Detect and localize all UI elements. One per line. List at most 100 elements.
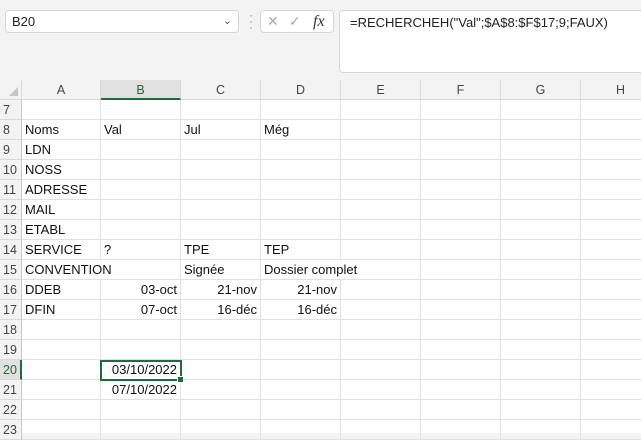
cell-F7[interactable] <box>421 100 501 120</box>
row-header-22[interactable]: 22 <box>0 400 22 420</box>
cell-D7[interactable] <box>261 100 341 120</box>
cell-G20[interactable] <box>501 360 581 380</box>
cell-H11[interactable] <box>581 180 641 200</box>
cell-F19[interactable] <box>421 340 501 360</box>
row-header-15[interactable]: 15 <box>0 260 22 280</box>
cell-H21[interactable] <box>581 380 641 400</box>
cell-F13[interactable] <box>421 220 501 240</box>
cell-C11[interactable] <box>181 180 261 200</box>
cell-C21[interactable] <box>181 380 261 400</box>
cell-F14[interactable] <box>421 240 501 260</box>
cell-H17[interactable] <box>581 300 641 320</box>
cell-C19[interactable] <box>181 340 261 360</box>
column-header-H[interactable]: H <box>581 80 641 100</box>
column-header-D[interactable]: D <box>261 80 341 100</box>
cell-D8[interactable]: Még <box>261 120 341 140</box>
cell-A21[interactable] <box>22 380 101 400</box>
cancel-icon[interactable]: ✕ <box>267 11 279 32</box>
chevron-down-icon[interactable]: ⌄ <box>223 11 232 32</box>
cell-H20[interactable] <box>581 360 641 380</box>
cell-D12[interactable] <box>261 200 341 220</box>
cell-G11[interactable] <box>501 180 581 200</box>
cell-E7[interactable] <box>341 100 421 120</box>
cell-C18[interactable] <box>181 320 261 340</box>
cell-C7[interactable] <box>181 100 261 120</box>
cell-H23[interactable] <box>581 420 641 440</box>
row-header-20[interactable]: 20 <box>0 360 22 380</box>
cell-D11[interactable] <box>261 180 341 200</box>
cell-E21[interactable] <box>341 380 421 400</box>
cell-D13[interactable] <box>261 220 341 240</box>
cell-D9[interactable] <box>261 140 341 160</box>
cell-F22[interactable] <box>421 400 501 420</box>
cell-F21[interactable] <box>421 380 501 400</box>
row-header-9[interactable]: 9 <box>0 140 22 160</box>
cell-E8[interactable] <box>341 120 421 140</box>
cell-E20[interactable] <box>341 360 421 380</box>
fill-handle[interactable] <box>177 376 184 383</box>
row-header-8[interactable]: 8 <box>0 120 22 140</box>
cell-G9[interactable] <box>501 140 581 160</box>
cell-F10[interactable] <box>421 160 501 180</box>
cell-E22[interactable] <box>341 400 421 420</box>
cell-H12[interactable] <box>581 200 641 220</box>
cell-B18[interactable] <box>101 320 181 340</box>
cell-H13[interactable] <box>581 220 641 240</box>
cell-C17[interactable]: 16-déc <box>181 300 261 320</box>
cell-D22[interactable] <box>261 400 341 420</box>
cell-C10[interactable] <box>181 160 261 180</box>
cell-G10[interactable] <box>501 160 581 180</box>
cell-D20[interactable] <box>261 360 341 380</box>
cell-B14[interactable]: ? <box>101 240 181 260</box>
row-header-21[interactable]: 21 <box>0 380 22 400</box>
row-header-14[interactable]: 14 <box>0 240 22 260</box>
column-header-E[interactable]: E <box>341 80 421 100</box>
cell-F23[interactable] <box>421 420 501 440</box>
cell-B15[interactable] <box>101 260 181 280</box>
column-header-C[interactable]: C <box>181 80 261 100</box>
cell-C23[interactable] <box>181 420 261 440</box>
cell-B21[interactable]: 07/10/2022 <box>101 380 181 400</box>
cell-D21[interactable] <box>261 380 341 400</box>
cell-B9[interactable] <box>101 140 181 160</box>
cell-H10[interactable] <box>581 160 641 180</box>
cell-A20[interactable] <box>22 360 101 380</box>
cell-E15[interactable] <box>341 260 421 280</box>
cell-E23[interactable] <box>341 420 421 440</box>
cell-H8[interactable] <box>581 120 641 140</box>
cell-G7[interactable] <box>501 100 581 120</box>
cell-F18[interactable] <box>421 320 501 340</box>
cell-B19[interactable] <box>101 340 181 360</box>
cell-A8[interactable]: Noms <box>22 120 101 140</box>
cell-G21[interactable] <box>501 380 581 400</box>
cell-A10[interactable]: NOSS <box>22 160 101 180</box>
cell-C8[interactable]: Jul <box>181 120 261 140</box>
cell-G22[interactable] <box>501 400 581 420</box>
insert-function-icon[interactable]: fx <box>313 11 325 32</box>
cell-D16[interactable]: 21-nov <box>261 280 341 300</box>
cell-B11[interactable] <box>101 180 181 200</box>
column-header-G[interactable]: G <box>501 80 581 100</box>
cell-D10[interactable] <box>261 160 341 180</box>
cell-H7[interactable] <box>581 100 641 120</box>
cell-E11[interactable] <box>341 180 421 200</box>
cell-H14[interactable] <box>581 240 641 260</box>
cell-F17[interactable] <box>421 300 501 320</box>
cell-E9[interactable] <box>341 140 421 160</box>
cell-E18[interactable] <box>341 320 421 340</box>
cell-A11[interactable]: ADRESSE <box>22 180 101 200</box>
column-header-A[interactable]: A <box>22 80 101 100</box>
cell-A23[interactable] <box>22 420 101 440</box>
cell-A18[interactable] <box>22 320 101 340</box>
cell-G8[interactable] <box>501 120 581 140</box>
row-header-7[interactable]: 7 <box>0 100 22 120</box>
cell-C9[interactable] <box>181 140 261 160</box>
cell-B12[interactable] <box>101 200 181 220</box>
cell-E16[interactable] <box>341 280 421 300</box>
cell-B17[interactable]: 07-oct <box>101 300 181 320</box>
cell-H9[interactable] <box>581 140 641 160</box>
cell-F15[interactable] <box>421 260 501 280</box>
name-box[interactable]: B20 ⌄ <box>5 10 239 33</box>
cell-D17[interactable]: 16-déc <box>261 300 341 320</box>
select-all-button[interactable] <box>0 80 22 100</box>
